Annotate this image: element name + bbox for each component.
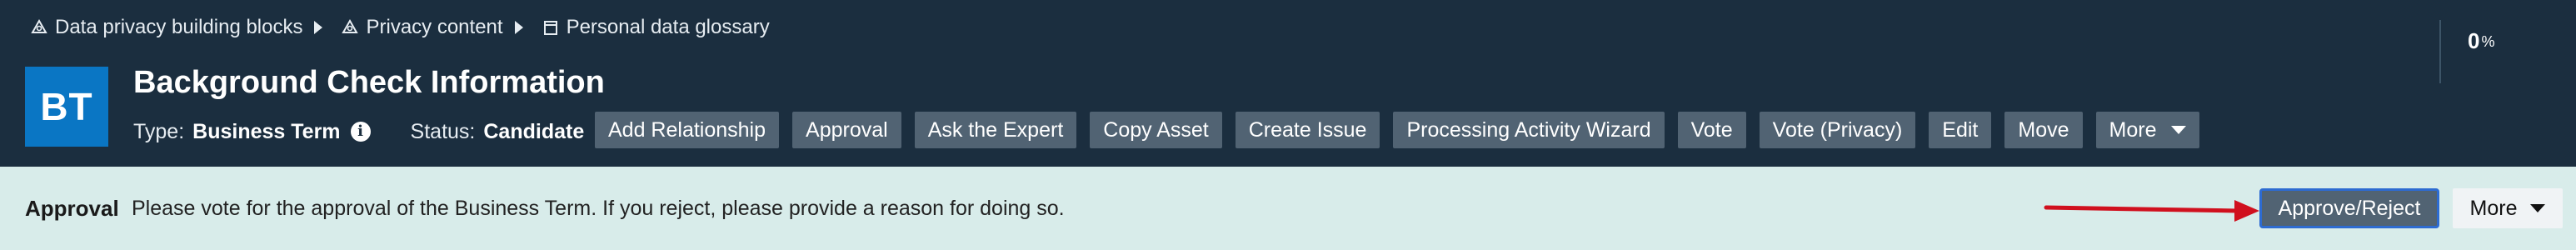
- breadcrumb-separator-icon: [314, 21, 323, 34]
- button-label: Copy Asset: [1103, 118, 1209, 142]
- create-issue-button[interactable]: Create Issue: [1235, 112, 1380, 148]
- breadcrumb-item-1[interactable]: Data privacy building blocks: [30, 16, 302, 39]
- button-label: Create Issue: [1248, 118, 1367, 142]
- add-relationship-button[interactable]: Add Relationship: [595, 112, 780, 148]
- button-label: Move: [2018, 118, 2069, 142]
- breadcrumb: Data privacy building blocks Privacy con…: [30, 15, 770, 40]
- button-label: Add Relationship: [608, 118, 766, 142]
- breadcrumb-item-3[interactable]: Personal data glossary: [542, 16, 770, 39]
- asset-type-avatar: BT: [25, 67, 108, 147]
- info-icon[interactable]: i: [350, 122, 371, 142]
- button-label: Ask the Expert: [927, 118, 1064, 142]
- button-label: Vote: [1690, 118, 1733, 142]
- breadcrumb-item-2[interactable]: Privacy content: [341, 16, 503, 39]
- asset-header: Data privacy building blocks Privacy con…: [0, 0, 2576, 167]
- breadcrumb-label: Privacy content: [366, 16, 503, 38]
- ask-the-expert-button[interactable]: Ask the Expert: [914, 112, 1077, 148]
- button-label: Edit: [1942, 118, 1979, 142]
- processing-activity-wizard-button[interactable]: Processing Activity Wizard: [1393, 112, 1665, 148]
- move-button[interactable]: Move: [2004, 112, 2083, 148]
- approve-reject-button[interactable]: Approve/Reject: [2259, 188, 2439, 228]
- banner-more-button[interactable]: More: [2453, 188, 2563, 228]
- breadcrumb-separator-icon: [514, 21, 523, 34]
- breadcrumb-label: Data privacy building blocks: [55, 16, 303, 38]
- status-label: Status:: [410, 119, 476, 143]
- more-actions-button[interactable]: More: [2095, 112, 2200, 148]
- button-label: More: [2469, 196, 2518, 220]
- breadcrumb-label: Personal data glossary: [566, 16, 770, 38]
- progress-value: 0: [2468, 28, 2480, 53]
- button-label: Processing Activity Wizard: [1406, 118, 1651, 142]
- action-toolbar: Add Relationship Approval Ask the Expert…: [595, 112, 2200, 148]
- progress-unit: %: [2481, 33, 2495, 50]
- community-icon: [342, 18, 359, 33]
- asset-meta: Type: Business Term i Status: Candidate: [133, 115, 584, 148]
- status-value: Candidate: [483, 119, 585, 143]
- page-title: Background Check Information: [133, 65, 605, 100]
- arrow-annotation-icon: [2044, 200, 2259, 222]
- button-label: Approval: [806, 118, 888, 142]
- button-label: Vote (Privacy): [1772, 118, 1903, 142]
- edit-button[interactable]: Edit: [1929, 112, 1992, 148]
- chevron-down-icon: [2530, 204, 2546, 212]
- community-icon: [31, 18, 47, 33]
- type-value[interactable]: Business Term: [192, 120, 340, 144]
- type-label: Type:: [133, 119, 185, 143]
- button-label: Approve/Reject: [2278, 196, 2421, 220]
- vote-button[interactable]: Vote: [1677, 112, 1746, 148]
- banner-label: Approval: [25, 196, 119, 221]
- vote-privacy-button[interactable]: Vote (Privacy): [1759, 112, 1916, 148]
- banner-message: Please vote for the approval of the Busi…: [132, 197, 1065, 220]
- approval-button[interactable]: Approval: [792, 112, 901, 148]
- progress-indicator: 0 %: [2439, 20, 2494, 83]
- chevron-down-icon: [2171, 126, 2187, 134]
- glossary-icon: [543, 21, 557, 35]
- button-label: More: [2109, 118, 2157, 142]
- copy-asset-button[interactable]: Copy Asset: [1090, 112, 1222, 148]
